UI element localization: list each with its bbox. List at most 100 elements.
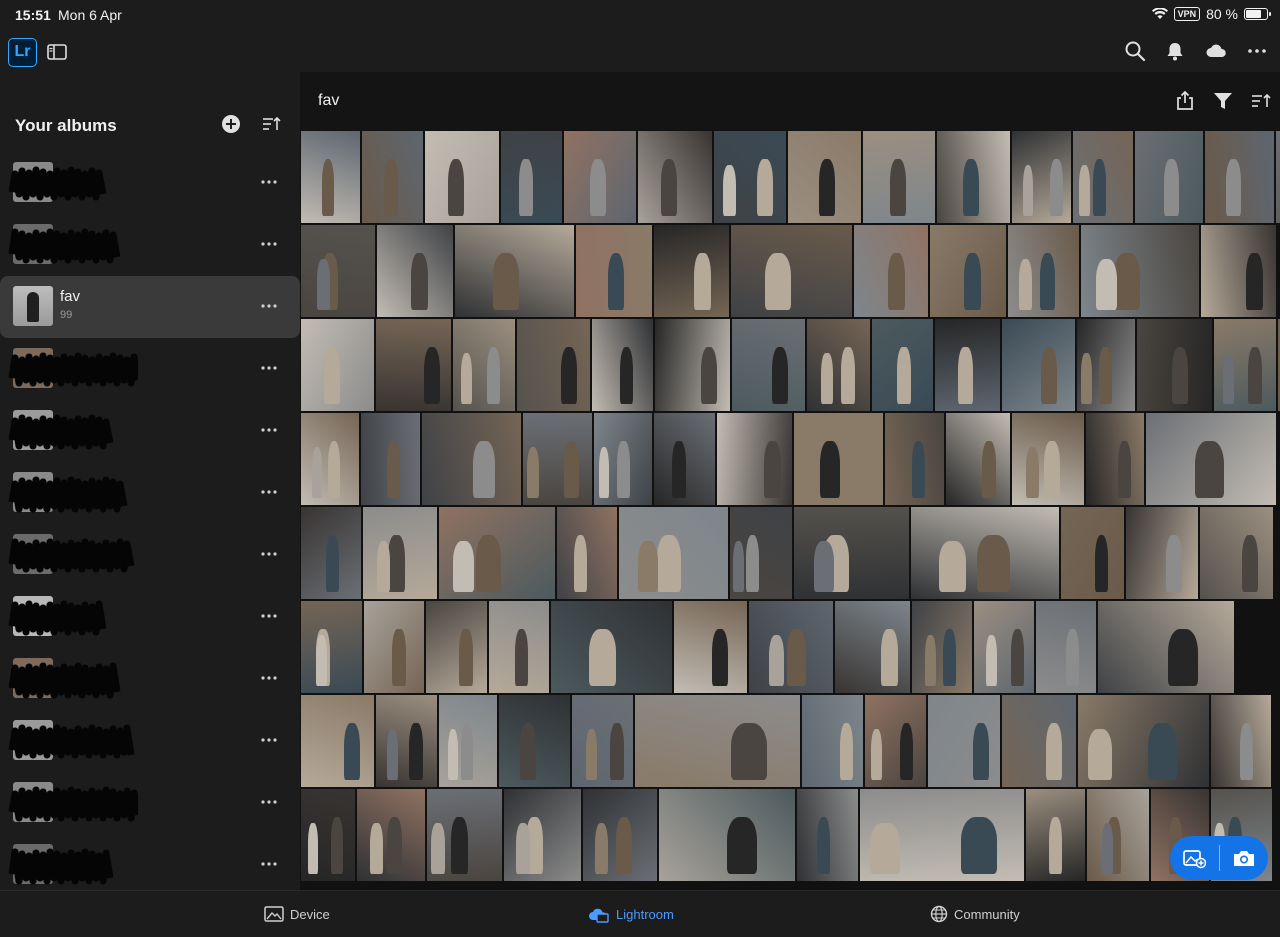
photo-thumbnail[interactable] xyxy=(806,318,871,412)
album-item[interactable]: fav 99 xyxy=(0,276,300,338)
album-more-icon[interactable] xyxy=(258,422,280,438)
photo-thumbnail[interactable] xyxy=(618,506,729,600)
share-icon[interactable] xyxy=(1174,90,1196,112)
photo-thumbnail[interactable] xyxy=(376,224,454,318)
album-item[interactable] xyxy=(0,152,300,214)
photo-thumbnail[interactable] xyxy=(793,506,910,600)
photo-thumbnail[interactable] xyxy=(438,694,498,788)
photo-thumbnail[interactable] xyxy=(300,600,363,694)
photo-thumbnail[interactable] xyxy=(522,412,593,506)
album-more-icon[interactable] xyxy=(258,484,280,500)
photo-thumbnail[interactable] xyxy=(375,318,452,412)
photo-thumbnail[interactable] xyxy=(731,318,806,412)
lightroom-logo[interactable]: Lr xyxy=(8,38,37,67)
photo-thumbnail[interactable] xyxy=(563,130,637,224)
photo-thumbnail[interactable] xyxy=(730,224,853,318)
album-more-icon[interactable] xyxy=(258,856,280,872)
photo-thumbnail[interactable] xyxy=(498,694,571,788)
album-item[interactable] xyxy=(0,338,300,400)
photo-thumbnail[interactable] xyxy=(859,788,1025,882)
bell-icon[interactable] xyxy=(1164,40,1186,62)
photo-thumbnail[interactable] xyxy=(1199,506,1274,600)
photo-thumbnail[interactable] xyxy=(1035,600,1097,694)
photo-thumbnail[interactable] xyxy=(421,412,522,506)
photo-thumbnail[interactable] xyxy=(300,224,376,318)
photo-thumbnail[interactable] xyxy=(300,318,375,412)
cloud-icon[interactable] xyxy=(1204,40,1228,62)
photo-thumbnail[interactable] xyxy=(300,130,361,224)
photo-thumbnail[interactable] xyxy=(1007,224,1080,318)
photo-thumbnail[interactable] xyxy=(871,318,934,412)
photo-thumbnail[interactable] xyxy=(356,788,426,882)
photo-thumbnail[interactable] xyxy=(362,506,438,600)
photo-thumbnail[interactable] xyxy=(360,412,421,506)
photo-thumbnail[interactable] xyxy=(438,506,556,600)
photo-thumbnail[interactable] xyxy=(729,506,793,600)
sort-icon[interactable] xyxy=(261,114,281,134)
album-more-icon[interactable] xyxy=(258,670,280,686)
photo-thumbnail[interactable] xyxy=(1080,224,1200,318)
album-more-icon[interactable] xyxy=(258,360,280,376)
photo-thumbnail[interactable] xyxy=(853,224,929,318)
album-item[interactable] xyxy=(0,834,300,896)
photo-thumbnail[interactable] xyxy=(503,788,582,882)
photo-thumbnail[interactable] xyxy=(713,130,787,224)
photo-thumbnail[interactable] xyxy=(654,318,731,412)
photo-thumbnail[interactable] xyxy=(910,506,1060,600)
photo-thumbnail[interactable] xyxy=(516,318,591,412)
album-more-icon[interactable] xyxy=(258,794,280,810)
photo-thumbnail[interactable] xyxy=(862,130,936,224)
album-item[interactable] xyxy=(0,710,300,772)
photo-thumbnail[interactable] xyxy=(1145,412,1277,506)
photo-thumbnail[interactable] xyxy=(653,224,730,318)
photo-thumbnail[interactable] xyxy=(1085,412,1145,506)
filter-icon[interactable] xyxy=(1212,90,1234,112)
photo-thumbnail[interactable] xyxy=(658,788,796,882)
photo-thumbnail[interactable] xyxy=(363,600,425,694)
photo-thumbnail[interactable] xyxy=(934,318,1001,412)
photo-thumbnail[interactable] xyxy=(1025,788,1086,882)
camera-button[interactable] xyxy=(1219,836,1268,880)
photo-thumbnail[interactable] xyxy=(801,694,864,788)
nav-device[interactable]: Device xyxy=(264,905,330,923)
photo-thumbnail[interactable] xyxy=(748,600,834,694)
photo-thumbnail[interactable] xyxy=(911,600,973,694)
photo-thumbnail[interactable] xyxy=(593,412,653,506)
album-more-icon[interactable] xyxy=(258,608,280,624)
photo-thumbnail[interactable] xyxy=(488,600,550,694)
photo-thumbnail[interactable] xyxy=(634,694,801,788)
photo-thumbnail[interactable] xyxy=(1097,600,1235,694)
photo-thumbnail[interactable] xyxy=(716,412,793,506)
photo-thumbnail[interactable] xyxy=(575,224,653,318)
photo-thumbnail[interactable] xyxy=(300,694,375,788)
album-item[interactable] xyxy=(0,586,300,648)
album-more-icon[interactable] xyxy=(258,298,280,314)
photo-thumbnail[interactable] xyxy=(1125,506,1199,600)
album-item[interactable] xyxy=(0,462,300,524)
photo-thumbnail[interactable] xyxy=(834,600,911,694)
photo-thumbnail[interactable] xyxy=(300,412,360,506)
nav-community[interactable]: Community xyxy=(930,905,1020,923)
photo-thumbnail[interactable] xyxy=(653,412,716,506)
photo-thumbnail[interactable] xyxy=(973,600,1035,694)
album-more-icon[interactable] xyxy=(258,236,280,252)
photo-thumbnail[interactable] xyxy=(1076,318,1136,412)
album-item[interactable] xyxy=(0,400,300,462)
photo-thumbnail[interactable] xyxy=(1001,694,1077,788)
photo-thumbnail[interactable] xyxy=(1204,130,1275,224)
photo-thumbnail[interactable] xyxy=(1072,130,1134,224)
album-item[interactable] xyxy=(0,772,300,834)
photo-thumbnail[interactable] xyxy=(673,600,748,694)
album-item[interactable] xyxy=(0,648,300,710)
photo-thumbnail[interactable] xyxy=(582,788,658,882)
photo-thumbnail[interactable] xyxy=(1011,412,1085,506)
photo-thumbnail[interactable] xyxy=(361,130,424,224)
photo-thumbnail[interactable] xyxy=(945,412,1011,506)
photo-thumbnail[interactable] xyxy=(300,788,356,882)
photo-thumbnail[interactable] xyxy=(424,130,500,224)
photo-thumbnail[interactable] xyxy=(425,600,488,694)
photo-thumbnail[interactable] xyxy=(793,412,884,506)
photo-thumbnail[interactable] xyxy=(1213,318,1277,412)
more-icon[interactable] xyxy=(1246,40,1268,62)
photo-thumbnail[interactable] xyxy=(550,600,673,694)
